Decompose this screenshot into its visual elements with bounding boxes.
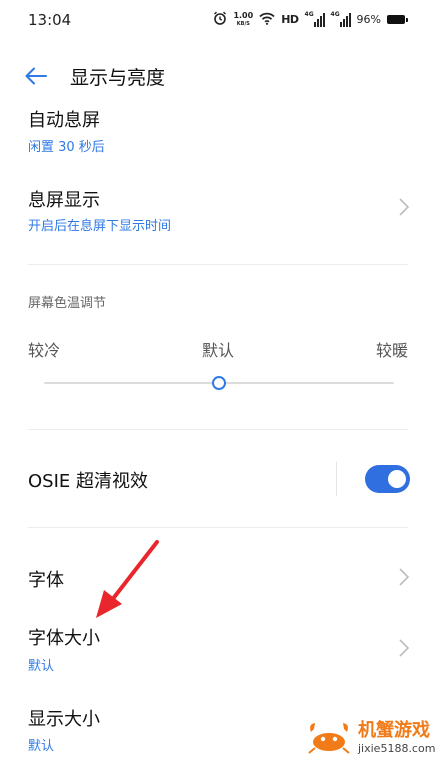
row-subtitle: 默认: [28, 659, 55, 674]
network-speed: 1.00 KB/S: [233, 10, 254, 27]
hd-label: HD: [281, 13, 299, 26]
row-title: 息屏显示: [28, 190, 100, 211]
crab-logo-icon: [308, 723, 350, 754]
alarm-icon: [213, 11, 227, 28]
watermark: 机蟹游戏 jixie5188.com: [300, 716, 436, 758]
chevron-right-icon: [398, 567, 410, 587]
divider: [28, 527, 408, 528]
row-subtitle: 默认: [28, 739, 55, 754]
toggle-knob: [388, 470, 406, 488]
watermark-brand: 机蟹游戏: [358, 720, 430, 741]
color-temp-slider[interactable]: [44, 376, 394, 390]
divider: [28, 264, 408, 265]
cool-label: 较冷: [28, 341, 61, 360]
back-arrow-icon[interactable]: [22, 62, 50, 90]
row-title: 字体: [28, 570, 64, 591]
row-title: 自动息屏: [28, 110, 100, 131]
row-title: OSIE 超清视效: [28, 471, 148, 492]
osie-toggle[interactable]: [365, 465, 410, 493]
signal-icon: 4G: [305, 11, 325, 27]
status-bar: 13:04 1.00 KB/S HD 4G 4G 96%: [0, 0, 436, 40]
status-time: 13:04: [28, 11, 72, 29]
battery-icon: [387, 15, 408, 24]
row-subtitle: 开启后在息屏下显示时间: [28, 219, 172, 234]
battery-percent: 96%: [356, 13, 381, 26]
wifi-icon: [259, 12, 275, 28]
warm-label: 较暖: [376, 341, 409, 360]
row-title: 字体大小: [28, 628, 100, 649]
signal-icon-2: 4G: [331, 11, 351, 27]
slider-thumb[interactable]: [212, 376, 226, 390]
row-subtitle: 闲置 30 秒后: [28, 140, 105, 155]
chevron-right-icon: [398, 197, 410, 217]
divider: [28, 429, 408, 430]
section-label-color-temp: 屏幕色温调节: [28, 296, 107, 311]
page-header: 显示与亮度: [0, 50, 436, 100]
status-icons: 1.00 KB/S HD 4G 4G 96%: [213, 11, 408, 28]
chevron-right-icon: [398, 638, 410, 658]
default-label: 默认: [202, 341, 235, 360]
row-title: 显示大小: [28, 709, 100, 730]
watermark-url: jixie5188.com: [358, 742, 436, 755]
page-title: 显示与亮度: [70, 67, 166, 89]
vertical-separator: [336, 462, 337, 496]
